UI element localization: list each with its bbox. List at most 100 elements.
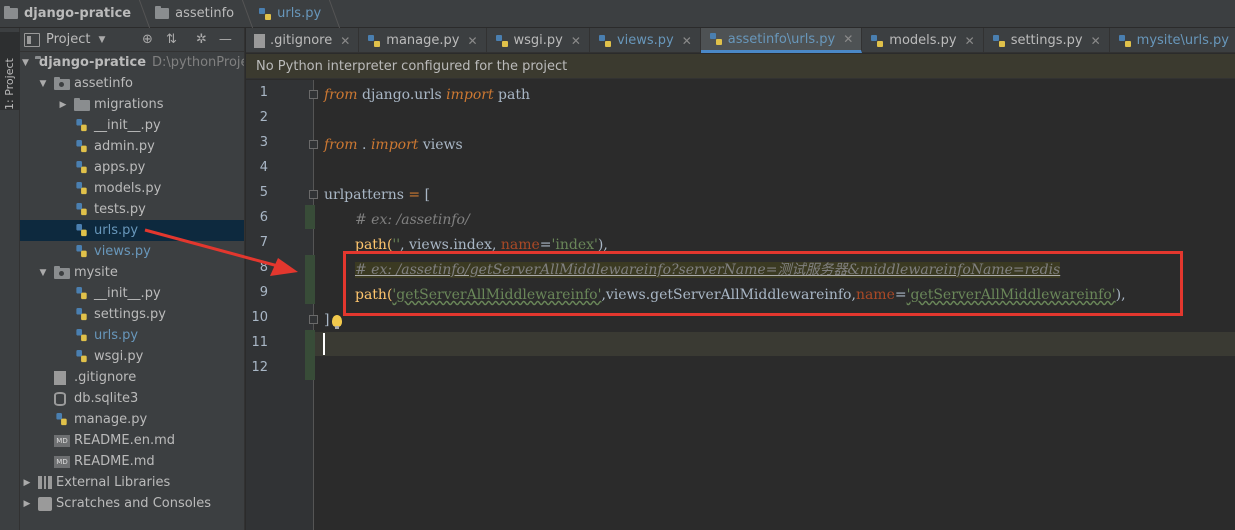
- vcs-change-marker[interactable]: [305, 330, 315, 380]
- line-number: 6: [259, 210, 268, 225]
- tree-item[interactable]: MD README.en.md: [20, 430, 244, 451]
- tree-item-label: README.en.md: [74, 433, 175, 448]
- chevron-right-icon[interactable]: ▶: [22, 478, 32, 488]
- tree-item[interactable]: wsgi.py: [20, 346, 244, 367]
- tree-item[interactable]: ▶ External Libraries: [20, 472, 244, 493]
- python-file-icon: [76, 202, 87, 216]
- tree-item[interactable]: ▶ migrations: [20, 94, 244, 115]
- close-icon[interactable]: ✕: [467, 34, 477, 48]
- breadcrumb-separator: [132, 0, 151, 28]
- tree-item[interactable]: __init__.py: [20, 283, 244, 304]
- line-number: 7: [259, 235, 268, 250]
- fold-marker-icon[interactable]: [309, 315, 318, 324]
- markdown-file-icon: MD: [54, 455, 70, 468]
- library-icon: [38, 476, 52, 489]
- close-icon[interactable]: ✕: [340, 34, 350, 48]
- navigation-bar: django-pratice assetinfo urls.py: [0, 0, 1235, 28]
- tree-item-label: wsgi.py: [94, 349, 144, 364]
- locate-file-icon[interactable]: ⊕: [135, 32, 159, 47]
- tree-item[interactable]: models.py: [20, 178, 244, 199]
- tree-item[interactable]: db.sqlite3: [20, 388, 244, 409]
- editor-tab[interactable]: views.py ✕: [590, 28, 701, 53]
- tree-item[interactable]: urls.py: [20, 220, 244, 241]
- python-file-icon: [76, 181, 87, 195]
- editor-tab-label: settings.py: [1010, 33, 1083, 48]
- tree-item-label: db.sqlite3: [74, 391, 139, 406]
- tree-item[interactable]: __init__.py: [20, 115, 244, 136]
- editor-tab[interactable]: models.py ✕: [862, 28, 984, 53]
- project-panel-title[interactable]: Project: [46, 32, 90, 47]
- close-icon[interactable]: ✕: [1091, 34, 1101, 48]
- breadcrumb-file-label: urls.py: [277, 6, 322, 21]
- python-file-icon: [598, 34, 611, 47]
- tree-item[interactable]: ▼ assetinfo: [20, 73, 244, 94]
- tree-item-label: django-pratice: [38, 55, 147, 70]
- project-tool-tab-label: 1: Project: [3, 58, 16, 110]
- chevron-right-icon[interactable]: ▶: [58, 100, 68, 110]
- tree-item[interactable]: admin.py: [20, 136, 244, 157]
- tree-item[interactable]: tests.py: [20, 199, 244, 220]
- editor-tab[interactable]: assetinfo\urls.py ✕: [700, 28, 863, 53]
- editor-tab[interactable]: manage.py ✕: [359, 28, 487, 53]
- tree-item-label: .gitignore: [74, 370, 137, 385]
- close-icon[interactable]: ✕: [682, 34, 692, 48]
- vcs-change-marker[interactable]: [305, 205, 315, 229]
- chevron-down-icon[interactable]: ▼: [98, 35, 105, 45]
- hide-panel-icon[interactable]: —: [213, 32, 237, 47]
- editor-tab[interactable]: .gitignore ✕: [246, 28, 360, 53]
- fold-marker-icon[interactable]: [309, 140, 318, 149]
- code-line-10: ]: [324, 312, 330, 328]
- gear-icon[interactable]: ✲: [189, 32, 213, 47]
- chevron-right-icon[interactable]: ▶: [22, 499, 32, 509]
- editor-tab[interactable]: mysite\urls.py✕: [1110, 28, 1235, 53]
- python-file-icon: [992, 34, 1005, 47]
- fold-marker-icon[interactable]: [309, 190, 318, 199]
- code-line-5: urlpatterns = [: [324, 187, 431, 203]
- project-panel: Project ▼ ⊕ ⇅ ✲ — ▼ django-pratice D:\pyth…: [20, 28, 245, 530]
- tree-item-label: models.py: [94, 181, 162, 196]
- tree-item-label: External Libraries: [56, 475, 171, 490]
- tree-item[interactable]: .gitignore: [20, 367, 244, 388]
- editor-tab-label: assetinfo\urls.py: [727, 31, 836, 47]
- project-tool-tab[interactable]: 1: Project: [0, 32, 20, 110]
- chevron-down-icon[interactable]: ▼: [38, 268, 48, 278]
- tree-item[interactable]: ▼ django-pratice D:\pythonProject: [20, 52, 244, 73]
- tree-item[interactable]: apps.py: [20, 157, 244, 178]
- annotation-highlight-box: [343, 251, 1183, 316]
- breadcrumb-folder[interactable]: assetinfo: [151, 0, 254, 28]
- vcs-change-marker[interactable]: [305, 255, 315, 304]
- tree-item[interactable]: settings.py: [20, 304, 244, 325]
- lightbulb-icon[interactable]: [332, 315, 342, 329]
- tree-item-label: migrations: [94, 97, 164, 112]
- editor-tab-label: manage.py: [386, 33, 460, 48]
- editor-tab[interactable]: settings.py ✕: [984, 28, 1110, 53]
- close-icon[interactable]: ✕: [571, 34, 581, 48]
- tree-item[interactable]: ▼ mysite: [20, 262, 244, 283]
- breadcrumb-file[interactable]: urls.py: [254, 0, 341, 28]
- python-file-icon: [1118, 34, 1131, 47]
- close-icon[interactable]: ✕: [965, 34, 975, 48]
- folder-icon: [74, 98, 90, 111]
- editor-tab-label: views.py: [616, 33, 674, 48]
- tree-item[interactable]: ▶ Scratches and Consoles: [20, 493, 244, 514]
- tree-item[interactable]: views.py: [20, 241, 244, 262]
- line-number: 12: [251, 360, 268, 375]
- tree-item[interactable]: MD README.md: [20, 451, 244, 472]
- breadcrumb-project[interactable]: django-pratice: [0, 0, 151, 28]
- python-file-icon: [709, 33, 722, 45]
- chevron-down-icon[interactable]: ▼: [22, 58, 29, 68]
- code-line-1: from django.urls import path: [324, 87, 530, 103]
- line-number: 11: [251, 335, 268, 350]
- collapse-all-icon[interactable]: ⇅: [159, 32, 183, 47]
- text-caret: [323, 333, 325, 355]
- editor-tab[interactable]: wsgi.py ✕: [487, 28, 590, 53]
- chevron-down-icon[interactable]: ▼: [38, 79, 48, 89]
- python-file-icon: [871, 34, 884, 47]
- tree-item-label: apps.py: [94, 160, 146, 175]
- folder-icon: [54, 266, 70, 279]
- tree-item[interactable]: manage.py: [20, 409, 244, 430]
- tree-item[interactable]: urls.py: [20, 325, 244, 346]
- python-file-icon: [76, 118, 87, 132]
- close-icon[interactable]: ✕: [843, 32, 853, 46]
- fold-marker-icon[interactable]: [309, 90, 318, 99]
